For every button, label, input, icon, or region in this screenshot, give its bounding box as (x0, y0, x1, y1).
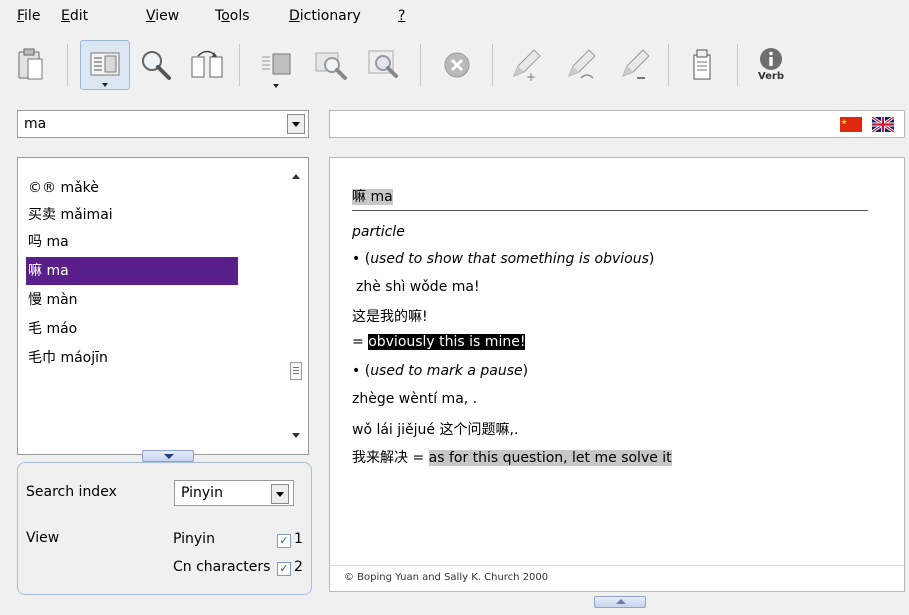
sense-2: • (used to mark a pause) (352, 363, 529, 379)
pencil-add-icon: + (513, 49, 541, 82)
edit-entry-button[interactable] (555, 40, 605, 90)
paste-button[interactable] (6, 40, 56, 90)
verb-info-button[interactable]: Verb (746, 40, 796, 90)
uk-flag-icon[interactable] (872, 117, 894, 132)
sense-1: • (used to show that something is obviou… (352, 251, 655, 267)
result-list: ©® mǎkè 买卖 mǎimai 吗 ma 嘛 ma 慢 màn 毛 máo … (17, 157, 309, 455)
toolbar-separator (492, 44, 493, 86)
search-next-icon (315, 52, 347, 80)
china-flag-icon[interactable] (840, 117, 862, 132)
example-1-translation: obviously this is mine! (368, 334, 526, 350)
list-item[interactable]: 吗 ma (26, 228, 238, 256)
menu-edit[interactable]: Edit (61, 8, 88, 24)
pinyin-order: 1 (294, 531, 303, 547)
list-item[interactable]: 慢 màn (26, 286, 238, 314)
remove-entry-button[interactable] (609, 40, 659, 90)
example-1-chinese: 这是我的嘛! (352, 309, 428, 325)
view-label: View (26, 530, 60, 546)
add-entry-button[interactable]: + (500, 40, 550, 90)
verb-label: Verb (757, 71, 785, 82)
flip-cards-button[interactable] (182, 40, 232, 90)
toolbar-separator (420, 44, 421, 86)
search-index-dropdown-button[interactable] (271, 484, 289, 504)
menu-view[interactable]: View (146, 8, 179, 24)
search-combo (17, 110, 309, 138)
search-next-button[interactable] (306, 40, 356, 90)
clipboard-icon (18, 48, 43, 80)
list-item[interactable]: 毛 máo (26, 315, 238, 343)
toolbar-separator (67, 44, 68, 86)
document-button[interactable] (678, 40, 728, 90)
collapse-options-button[interactable] (142, 450, 194, 462)
search-button[interactable] (131, 40, 181, 90)
example-2-translation: as for this question, let me solve it (428, 450, 672, 466)
list-view-icon (262, 53, 291, 75)
search-page-button[interactable] (358, 40, 408, 90)
menu-dictionary[interactable]: Dictionary (289, 8, 361, 24)
list-scrollbar[interactable] (288, 166, 306, 446)
example-2-pinyin: zhège wèntí ma, . (352, 391, 478, 407)
pencil-remove-icon (622, 49, 650, 79)
example-2-line-2: wǒ lái jiějué 这个问题嘛,. (352, 422, 519, 438)
list-item[interactable]: 毛巾 máojīn (26, 344, 238, 372)
triangle-down-icon (164, 454, 174, 459)
cn-characters-checkbox[interactable]: ✓ (277, 562, 291, 576)
list-item-selected[interactable]: 嘛 ma (26, 257, 238, 285)
chevron-down-icon (292, 121, 300, 127)
menu-tools[interactable]: Tools (215, 8, 250, 24)
dropdown-arrow-icon (273, 84, 279, 88)
example-1-pinyin: zhè shì wǒde ma! (356, 279, 480, 295)
cancel-icon (444, 52, 470, 78)
list-item[interactable]: 买卖 mǎimai (26, 201, 238, 229)
verb-info-group: Verb (758, 47, 784, 83)
triangle-up-icon (616, 599, 626, 604)
example-2-line-3: 我来解决 = as for this question, let me solv… (352, 450, 672, 466)
verb-info-icon (759, 48, 782, 70)
translation-field[interactable] (329, 110, 905, 138)
expand-pane-button[interactable] (594, 596, 646, 608)
search-input[interactable] (22, 115, 276, 133)
options-panel: Search index Pinyin View Pinyin ✓ 1 Cn c… (17, 462, 312, 595)
cn-characters-label: Cn characters (173, 559, 271, 575)
list-item[interactable]: ©® mǎkè (26, 174, 238, 202)
menu-bar: File Edit View Tools Dictionary ? (0, 0, 909, 30)
pencil-edit-icon (568, 49, 596, 79)
pinyin-label: Pinyin (173, 531, 215, 547)
copyright-divider (330, 565, 904, 566)
entry-headword: 嘛 ma (352, 189, 393, 205)
list-view-button[interactable] (251, 40, 301, 90)
dictionary-view-icon (90, 52, 120, 76)
document-icon (693, 49, 711, 80)
entry-pane: 嘛 ma particle • (used to show that somet… (329, 157, 905, 592)
search-dropdown-button[interactable] (287, 114, 305, 134)
search-index-label: Search index (26, 484, 117, 500)
chevron-down-icon (276, 491, 284, 497)
part-of-speech: particle (352, 224, 405, 240)
menu-help[interactable]: ? (398, 8, 405, 24)
headword-divider (352, 210, 868, 211)
toolbar: + Verb (0, 34, 909, 100)
magnifier-icon (142, 51, 171, 80)
toolbar-separator (737, 44, 738, 86)
copyright-text: © Boping Yuan and Sally K. Church 2000 (344, 572, 549, 583)
scroll-thumb[interactable] (290, 362, 302, 380)
pinyin-checkbox[interactable]: ✓ (277, 534, 291, 548)
dropdown-arrow-icon (102, 83, 108, 87)
cn-characters-order: 2 (294, 559, 303, 575)
search-page-icon (368, 50, 398, 78)
cancel-button[interactable] (432, 40, 482, 90)
search-index-select[interactable]: Pinyin (174, 480, 294, 506)
scroll-up-icon[interactable] (292, 174, 300, 179)
flip-cards-icon (191, 50, 223, 78)
example-1-translation-line: = obviously this is mine! (352, 334, 526, 350)
search-index-value: Pinyin (181, 485, 223, 501)
toolbar-separator (668, 44, 669, 86)
dictionary-view-button[interactable] (80, 40, 130, 90)
menu-file[interactable]: File (17, 8, 40, 24)
scroll-down-icon[interactable] (292, 433, 300, 438)
toolbar-separator (239, 44, 240, 86)
svg-text:+: + (526, 70, 536, 82)
